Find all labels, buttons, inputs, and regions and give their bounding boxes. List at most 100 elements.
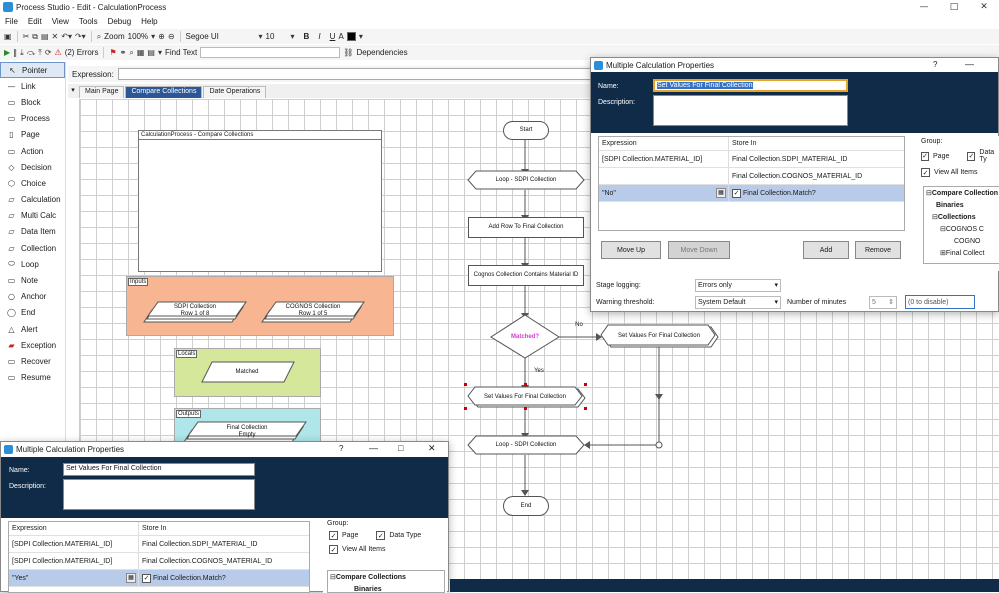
tool-anchor[interactable]: ○ Anchor	[0, 289, 65, 305]
final-collection-node[interactable]: Final Collection Empty	[192, 423, 302, 441]
page-info-block[interactable]: CalculationProcess - Compare Collections	[138, 130, 382, 272]
row-store-in[interactable]: Final Collection.SDPI_MATERIAL_ID	[139, 541, 309, 548]
find-text-input[interactable]	[200, 47, 341, 58]
help-button[interactable]: ?	[339, 444, 343, 453]
underline-button[interactable]: U	[330, 32, 336, 41]
step-out-icon[interactable]: ⤒	[38, 48, 42, 58]
minutes-input[interactable]: 5 ⇕	[869, 296, 897, 309]
tree-item[interactable]: ⊟ Collections	[924, 211, 999, 223]
tool-choice[interactable]: ⬡ Choice	[0, 175, 65, 191]
tool-page[interactable]: ▯ Page	[0, 127, 65, 143]
tab-scroll-icon[interactable]: ▾	[68, 86, 78, 98]
tree-item[interactable]: ⊟ Compare Collections	[328, 571, 444, 583]
row-store-in[interactable]: ✓ Final Collection.Match?	[729, 188, 904, 198]
zoom-value[interactable]: 100%	[128, 32, 148, 41]
arrow-down-icon[interactable]: ▾	[158, 48, 162, 57]
start-node[interactable]: Start	[503, 121, 549, 140]
view-all-checkbox[interactable]: ✓	[921, 168, 930, 177]
decision-node[interactable]: Matched?	[495, 330, 555, 344]
font-name[interactable]: Segoe UI	[186, 32, 256, 41]
calc-grid[interactable]: Expression Store In [SDPI Collection.MAT…	[8, 521, 310, 593]
row-expression[interactable]: [SDPI Collection.MATERIAL_ID]	[9, 553, 139, 569]
tool-action[interactable]: ▭ Action	[0, 143, 65, 159]
close-icon[interactable]: ✕	[428, 443, 436, 454]
menu-file[interactable]: File	[0, 17, 23, 26]
tab-date-operations[interactable]: Date Operations	[203, 86, 267, 98]
bold-button[interactable]: B	[304, 32, 310, 41]
table-row[interactable]: [SDPI Collection.MATERIAL_ID] Final Coll…	[9, 553, 309, 570]
tool-end[interactable]: ◯ End	[0, 305, 65, 321]
menu-debug[interactable]: Debug	[103, 17, 137, 26]
row-expression[interactable]: "Yes" ▦	[9, 570, 139, 586]
paste-icon[interactable]: ▤	[41, 32, 49, 41]
tool-calculation[interactable]: ▱ Calculation	[0, 192, 65, 208]
tree-item[interactable]: COGNO	[924, 235, 999, 247]
chevron-down-icon[interactable]: ▾	[291, 32, 295, 41]
datatype-checkbox[interactable]: ✓	[967, 151, 976, 161]
matched-node[interactable]: Matched	[206, 365, 288, 379]
tree-item[interactable]: ⊟ COGNOS C	[924, 223, 999, 235]
validate-check-icon[interactable]: ✓	[732, 188, 741, 198]
page-checkbox[interactable]: ✓	[329, 531, 338, 540]
table-row[interactable]: "No" ▦ ✓ Final Collection.Match?	[599, 185, 904, 202]
search-icon[interactable]: ⌕	[129, 48, 133, 58]
step-icon[interactable]: ⤓	[20, 48, 24, 58]
save-icon[interactable]: ▣	[4, 32, 12, 41]
move-up-button[interactable]: Move Up	[601, 241, 661, 259]
tool-collection[interactable]: ▱ Collection	[0, 240, 65, 256]
cognos-collection-node[interactable]: COGNOS Collection Row 1 of 5	[268, 302, 358, 320]
table-row[interactable]: Final Collection.COGNOS_MATERIAL_ID	[599, 168, 904, 185]
add-row-node[interactable]: Add Row To Final Collection	[468, 217, 584, 238]
tool-decision[interactable]: ◇ Decision	[0, 159, 65, 175]
menu-tools[interactable]: Tools	[74, 17, 103, 26]
refresh-icon[interactable]: ⟳	[45, 48, 52, 57]
move-down-button[interactable]: Move Down	[668, 241, 730, 259]
chevron-down-icon[interactable]: ▾	[359, 32, 363, 41]
tab-compare-collections[interactable]: Compare Collections	[125, 86, 203, 98]
row-expression[interactable]	[599, 168, 729, 184]
color-swatch[interactable]	[346, 32, 356, 41]
tool-block[interactable]: ▭ Block	[0, 94, 65, 110]
set-values-yes-node[interactable]: Set Values For Final Collection	[470, 388, 580, 406]
breakpoint-icon[interactable]: ⚑	[109, 48, 116, 57]
watch-icon[interactable]: ▤	[147, 48, 155, 57]
tool-multi-calc[interactable]: ▱ Multi Calc	[0, 208, 65, 224]
run-icon[interactable]: ▶	[4, 48, 10, 57]
maximize-icon[interactable]: □	[398, 443, 403, 453]
tool-process[interactable]: ▭ Process	[0, 111, 65, 127]
row-store-in[interactable]: Final Collection.SDPI_MATERIAL_ID	[729, 156, 904, 163]
data-tree[interactable]: ⊟ Compare Collection Binaries ⊟ Collecti…	[923, 186, 999, 264]
link-icon[interactable]: ⚭	[120, 48, 127, 57]
step-over-icon[interactable]: ⤼	[27, 48, 36, 58]
chevron-down-icon[interactable]: ▾	[151, 32, 155, 41]
expression-editor-icon[interactable]: ▦	[716, 188, 726, 198]
tree-item[interactable]: ⊞ Final Collect	[924, 247, 999, 259]
minimize-button[interactable]: —	[909, 0, 939, 14]
name-input[interactable]: Set Values For Final Collection	[63, 463, 255, 476]
font-color-icon[interactable]: A	[338, 32, 343, 41]
tool-recover[interactable]: ▭ Recover	[0, 353, 65, 369]
datatype-checkbox[interactable]: ✓	[376, 531, 386, 540]
page-checkbox[interactable]: ✓	[921, 151, 930, 161]
row-store-in[interactable]: ✓ Final Collection.Match?	[139, 573, 309, 583]
pause-icon[interactable]: ‖	[13, 48, 17, 57]
tab-main-page[interactable]: Main Page	[79, 86, 125, 98]
spinner-icon[interactable]: ⇕	[888, 298, 894, 307]
table-row[interactable]: [SDPI Collection.MATERIAL_ID] Final Coll…	[9, 536, 309, 553]
italic-button[interactable]: I	[318, 32, 320, 41]
zoom-out-icon[interactable]: ⊖	[168, 32, 175, 41]
chevron-down-icon[interactable]: ▾	[259, 32, 263, 41]
delete-icon[interactable]: ✕	[52, 32, 59, 41]
add-button[interactable]: Add	[803, 241, 849, 259]
minimize-icon[interactable]: —	[369, 443, 378, 453]
row-store-in[interactable]: Final Collection.COGNOS_MATERIAL_ID	[139, 558, 309, 565]
tool-link[interactable]: — Link	[0, 78, 65, 94]
name-input[interactable]: Set Values For Final Collection	[653, 79, 848, 92]
tool-exception[interactable]: ▰ Exception	[0, 337, 65, 353]
data-tree[interactable]: ⊟ Compare Collections Binaries	[327, 570, 445, 593]
view-all-checkbox[interactable]: ✓	[329, 545, 338, 554]
row-expression[interactable]: [SDPI Collection.MATERIAL_ID]	[599, 151, 729, 167]
description-input[interactable]	[653, 95, 848, 126]
loop-end-node[interactable]: Loop - SDPI Collection	[468, 436, 584, 454]
contains-node[interactable]: Cognos Collection Contains Material ID	[468, 265, 584, 286]
